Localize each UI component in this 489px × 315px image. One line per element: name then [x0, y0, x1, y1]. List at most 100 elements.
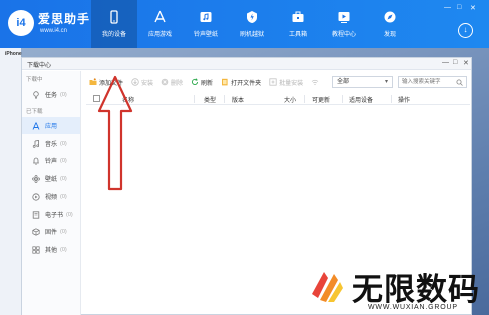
- wallpaper-icon: [32, 174, 40, 183]
- dialog-minimize-button[interactable]: —: [442, 59, 449, 66]
- category-ebooks[interactable]: 电子书 (0): [22, 206, 80, 223]
- category-wallpapers[interactable]: 壁纸 (0): [22, 170, 80, 187]
- category-count: (0): [60, 228, 67, 235]
- search-input[interactable]: [399, 77, 455, 87]
- column-actions[interactable]: 操作: [398, 95, 410, 104]
- batch-install-label: 批量安装: [279, 80, 304, 87]
- flash-icon: [247, 11, 257, 23]
- column-divider: [304, 95, 305, 103]
- column-updatable[interactable]: 可更新: [312, 95, 330, 104]
- brand-name: 爱思助手: [38, 12, 91, 26]
- nav-apps-games[interactable]: 应用游戏: [137, 0, 183, 48]
- download-button[interactable]: ↓: [458, 23, 473, 38]
- toolbox-icon: [292, 11, 304, 22]
- column-size[interactable]: 大小: [284, 95, 296, 104]
- install-label: 安装: [141, 80, 154, 87]
- filter-selected: 全部: [337, 79, 350, 85]
- dialog-close-button[interactable]: ✕: [463, 59, 469, 67]
- search-icon[interactable]: [456, 79, 463, 86]
- nav-label: 应用游戏: [147, 32, 172, 38]
- column-version[interactable]: 版本: [232, 95, 244, 104]
- download-arrow-icon: ↓: [463, 25, 468, 34]
- device-sidebar: iPhone: [0, 48, 22, 315]
- nav-toolbox[interactable]: 工具箱: [275, 0, 321, 48]
- category-count: (0): [60, 91, 67, 98]
- chevron-down-icon: ▾: [384, 79, 388, 85]
- nav-discover[interactable]: 发现: [367, 0, 413, 48]
- column-type[interactable]: 类型: [204, 95, 216, 104]
- watermark-text: 无限数码: [352, 272, 480, 307]
- category-count: (0): [60, 140, 67, 147]
- music-icon: [32, 139, 40, 148]
- open-folder-button[interactable]: 打开文件夹: [221, 78, 261, 87]
- refresh-label: 刷新: [201, 80, 214, 87]
- phone-icon: [110, 10, 118, 24]
- nav-ringtones[interactable]: 铃声壁纸: [183, 0, 229, 48]
- category-sidebar: 下载中 任务 (0) 已下载 应用 音乐 (0) 铃声 (0) 壁纸 (0) 视…: [22, 71, 81, 315]
- delete-button[interactable]: 删除: [161, 78, 183, 87]
- app-logo: i4: [8, 10, 34, 36]
- column-divider: [194, 95, 195, 103]
- install-button[interactable]: 安装: [131, 78, 153, 87]
- category-label: 铃声: [45, 159, 58, 165]
- dialog-maximize-button[interactable]: □: [453, 59, 457, 66]
- category-other[interactable]: 其他 (0): [22, 241, 80, 258]
- delete-label: 删除: [171, 80, 184, 87]
- column-devices[interactable]: 适用设备: [349, 95, 373, 104]
- video-icon: [32, 192, 40, 201]
- category-label: 固件: [45, 230, 58, 236]
- ringtone-icon: [200, 12, 212, 22]
- category-firmware[interactable]: 固件 (0): [22, 223, 80, 240]
- refresh-button[interactable]: 刷新: [191, 78, 213, 87]
- category-label: 视频: [45, 195, 58, 201]
- batch-install-icon: [269, 78, 277, 86]
- wifi-icon: [311, 79, 319, 86]
- column-divider: [224, 95, 225, 103]
- apps-icon: [154, 10, 166, 23]
- bell-icon: [33, 157, 39, 165]
- close-button[interactable]: ✕: [470, 4, 476, 12]
- batch-install-button[interactable]: 批量安装: [269, 78, 303, 87]
- nav-tutorials[interactable]: 教程中心: [321, 0, 367, 48]
- app-icon: [32, 121, 40, 130]
- nav-label: 工具箱: [288, 32, 307, 38]
- category-ringtones[interactable]: 铃声 (0): [22, 152, 80, 169]
- firmware-icon: [32, 227, 40, 236]
- category-count: (0): [60, 157, 67, 164]
- category-music[interactable]: 音乐 (0): [22, 135, 80, 152]
- group-label-downloaded: 已下载: [26, 109, 43, 115]
- column-divider: [391, 95, 392, 103]
- maximize-button[interactable]: □: [457, 4, 461, 11]
- dialog-titlebar: 下载中心 — □ ✕: [22, 58, 471, 70]
- category-count: (0): [60, 175, 67, 182]
- folder-add-icon: [89, 78, 97, 85]
- category-videos[interactable]: 视频 (0): [22, 188, 80, 205]
- column-divider: [342, 95, 343, 103]
- task-icon: [33, 90, 39, 99]
- folder-icon: [222, 78, 228, 86]
- category-label: 电子书: [45, 213, 64, 219]
- nav-label: 刷机越狱: [239, 32, 264, 38]
- watermark-logo-icon: [305, 265, 347, 307]
- nav-my-device[interactable]: 我的设备: [91, 0, 137, 48]
- delete-icon: [161, 78, 169, 86]
- wifi-button[interactable]: [311, 78, 321, 86]
- ebook-icon: [32, 210, 40, 219]
- category-apps[interactable]: 应用: [22, 117, 80, 134]
- category-label: 音乐: [45, 142, 58, 148]
- nav-label: 发现: [383, 32, 396, 38]
- minimize-button[interactable]: —: [444, 4, 451, 11]
- refresh-icon: [192, 78, 199, 85]
- watermark: 无限数码 WWW.WUXIAN.GROUP: [300, 262, 489, 315]
- nav-flash-jailbreak[interactable]: 刷机越狱: [229, 0, 275, 48]
- group-label-downloading: 下载中: [26, 77, 43, 83]
- category-label: 壁纸: [45, 177, 58, 183]
- open-folder-label: 打开文件夹: [231, 80, 262, 87]
- category-label: 应用: [45, 124, 58, 130]
- other-icon: [32, 245, 40, 254]
- nav-label: 我的设备: [101, 32, 126, 38]
- category-task[interactable]: 任务 (0): [22, 86, 80, 103]
- dialog-title: 下载中心: [27, 63, 52, 69]
- category-count: (0): [60, 193, 67, 200]
- filter-select[interactable]: 全部 ▾: [332, 76, 393, 88]
